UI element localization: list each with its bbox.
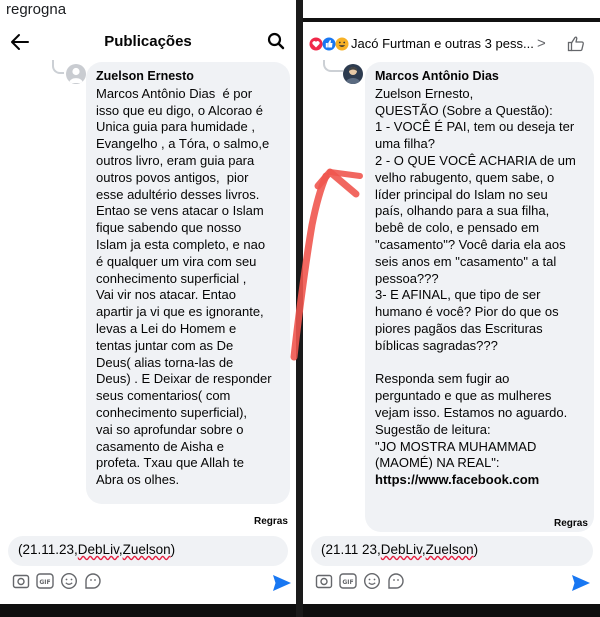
right-panel: Jacó Furtman e outras 3 pess... > Marcos…: [303, 22, 600, 604]
comment-author[interactable]: Marcos Antônio Dias: [375, 68, 584, 85]
system-nav-bar: [0, 604, 296, 617]
comment-bubble: Marcos Antônio Dias Zuelson Ernesto, QUE…: [365, 62, 594, 532]
comment-author[interactable]: Zuelson Ernesto: [96, 68, 280, 85]
camera-icon[interactable]: [12, 572, 30, 590]
composer-tools: GIF: [315, 572, 425, 594]
composer-tools: GIF: [12, 572, 122, 594]
comment-link[interactable]: https://www.facebook.com: [375, 472, 584, 489]
system-nav-bar: [303, 604, 600, 617]
reaction-icons[interactable]: [309, 36, 351, 52]
sticker-icon[interactable]: [387, 572, 405, 590]
gif-icon[interactable]: GIF: [339, 572, 357, 590]
like-icon[interactable]: [566, 34, 586, 54]
search-icon[interactable]: [266, 31, 286, 51]
comment-bubble: Zuelson Ernesto Marcos Antônio Dias é po…: [86, 62, 290, 504]
composer-suffix: ): [473, 542, 479, 557]
page-title: Publicações: [104, 33, 192, 50]
thread-connector: [323, 60, 343, 72]
composer-name-2: Zuelson: [425, 542, 474, 557]
comment-text: Zuelson Ernesto, QUESTÃO (Sobre a Questã…: [375, 85, 576, 471]
composer-prefix: (21.11 23,: [321, 542, 381, 557]
composer-name-1: DebLiv: [380, 542, 422, 557]
comment-input[interactable]: (21.11.23,DebLiv,Zuelson): [8, 536, 288, 566]
camera-icon[interactable]: [315, 572, 333, 590]
composer-prefix: (21.11.23,: [18, 542, 78, 557]
left-panel: Publicações Zuelson Ernesto Marcos Antôn…: [0, 22, 296, 604]
composer-suffix: ): [170, 542, 176, 557]
emoji-icon[interactable]: [60, 572, 78, 590]
chevron-right-icon[interactable]: >: [537, 35, 546, 52]
composer-name-2: Zuelson: [122, 542, 171, 557]
left-header: Publicações: [0, 22, 296, 62]
svg-text:GIF: GIF: [342, 579, 353, 586]
thread-connector: [52, 60, 64, 74]
rules-link[interactable]: Regras: [554, 518, 588, 529]
emoji-icon[interactable]: [363, 572, 381, 590]
composer-name-1: DebLiv: [77, 542, 119, 557]
gif-icon[interactable]: GIF: [36, 572, 54, 590]
send-icon[interactable]: [272, 573, 292, 593]
right-header: Jacó Furtman e outras 3 pess... >: [303, 22, 600, 62]
send-icon[interactable]: [571, 573, 591, 593]
profile-photo-icon: [345, 66, 361, 84]
comment-text: Marcos Antônio Dias é por isso que eu di…: [96, 85, 272, 488]
avatar[interactable]: [343, 64, 363, 84]
comment-input[interactable]: (21.11 23,DebLiv,Zuelson): [311, 536, 593, 566]
svg-text:GIF: GIF: [39, 579, 50, 586]
top-caption: regrogna: [6, 1, 67, 18]
screenshot-divider: [296, 0, 303, 617]
reactions-summary[interactable]: Jacó Furtman e outras 3 pess...: [351, 36, 534, 51]
rules-link[interactable]: Regras: [254, 516, 288, 527]
sticker-icon[interactable]: [84, 572, 102, 590]
default-avatar-icon: [69, 67, 83, 83]
avatar[interactable]: [66, 64, 86, 84]
